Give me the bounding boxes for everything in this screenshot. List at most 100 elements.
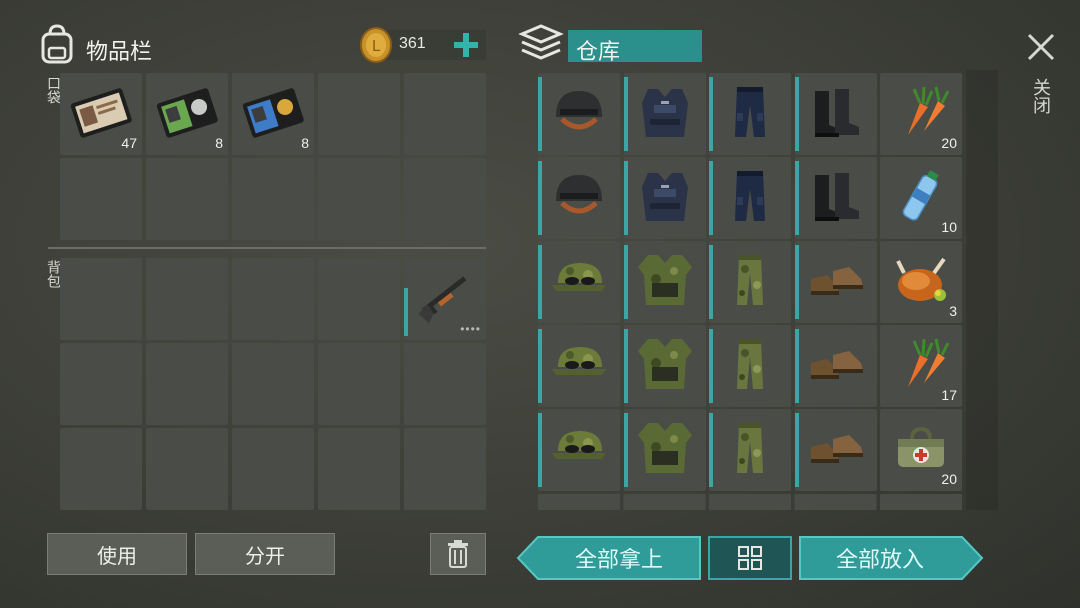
backpack-slot[interactable] [146,258,228,340]
close-icon [1027,33,1055,61]
item-count: 10 [941,219,957,235]
storage-slot[interactable] [709,409,791,491]
storage-slot[interactable] [794,73,877,155]
backpack-slot[interactable] [318,343,400,425]
storage-slot[interactable] [794,409,877,491]
storage-slot[interactable] [794,157,877,239]
backpack-slot[interactable] [232,343,314,425]
backpack-slot[interactable] [404,428,486,510]
item-count: 8 [301,135,309,151]
id-card-blue-icon [242,88,304,138]
storage-slot[interactable] [623,73,706,155]
durability-bar [623,329,628,403]
durability-bar [538,329,542,403]
storage-slot[interactable]: 3 [880,241,962,323]
durability-bar [538,245,542,319]
durability-bar [794,413,799,487]
item-count: 8 [215,135,223,151]
storage-slot[interactable] [538,73,620,155]
backpack-slot[interactable] [60,258,142,340]
water-bottle-icon [902,170,939,221]
close-button[interactable]: 关闭 [1024,30,1058,130]
storage-slot[interactable]: 20 [880,409,962,491]
pocket-slot-8[interactable] [232,158,314,240]
storage-scroll-edge [966,70,998,510]
durability-bar [538,413,542,487]
camo-pants-icon [737,423,763,473]
storage-slot[interactable] [623,241,706,323]
storage-slot[interactable] [623,409,706,491]
storage-slot[interactable] [623,325,706,407]
camo-pants-icon [737,339,763,389]
pocket-slot-7[interactable] [146,158,228,240]
coin-icon: L [357,26,395,64]
take-all-button[interactable]: 全部拿上 [516,535,702,581]
trash-button[interactable] [430,533,486,575]
storage-icon [518,24,564,64]
durability-bar [709,329,713,403]
durability-bar [538,77,542,151]
backpack-slot[interactable] [318,428,400,510]
backpack-label: 背包 [45,260,61,288]
storage-slot[interactable]: 20 [880,73,962,155]
storage-slot[interactable] [538,325,620,407]
pocket-slot-9[interactable] [318,158,400,240]
camo-cap-icon [552,347,606,375]
storage-slot[interactable]: 10 [880,157,962,239]
durability-bar [709,161,713,235]
storage-slot[interactable] [623,157,706,239]
camo-jacket-icon [637,339,692,389]
durability-bar [709,413,713,487]
grid-icon [738,546,762,570]
durability-bar [794,245,799,319]
backpack-slot[interactable] [318,258,400,340]
backpack-slot[interactable] [232,428,314,510]
item-count: 47 [121,135,137,151]
durability-bar [404,288,408,336]
backpack-slot[interactable] [146,428,228,510]
storage-slot[interactable] [794,241,877,323]
storage-slot[interactable] [709,241,791,323]
storage-slot[interactable] [709,73,791,155]
storage-slot[interactable] [538,409,620,491]
camo-jacket-icon [637,255,692,305]
section-divider [48,247,486,249]
pocket-slot-10[interactable] [404,158,486,240]
put-all-button[interactable]: 全部放入 [798,535,984,581]
backpack-slot[interactable] [232,258,314,340]
durability-bar [709,77,713,151]
pocket-slot-4[interactable] [318,73,400,155]
durability-bar [623,245,628,319]
pocket-slot-3[interactable]: 8 [232,73,314,155]
pocket-slot-5[interactable] [404,73,486,155]
police-pants-icon [735,171,765,221]
item-count: 3 [949,303,957,319]
take-all-label: 全部拿上 [574,548,663,573]
shotgun-icon [418,276,467,324]
storage-slot[interactable]: 17 [880,325,962,407]
durability-bar [538,161,542,235]
backpack-slot-shotgun[interactable]: •••• [404,258,486,340]
camo-jacket-icon [637,423,692,473]
backpack-slot[interactable] [60,343,142,425]
boots-icon [814,89,859,137]
backpack-slot[interactable] [146,343,228,425]
backpack-slot[interactable] [404,343,486,425]
backpack-slot[interactable] [60,428,142,510]
sort-grid-button[interactable] [708,536,792,580]
svg-text:L: L [372,37,381,55]
storage-slot[interactable] [538,241,620,323]
storage-slot[interactable] [709,325,791,407]
storage-slot[interactable] [538,157,620,239]
split-button[interactable]: 分开 [195,533,335,575]
storage-slot[interactable] [794,325,877,407]
storage-next-row [538,494,962,510]
use-button[interactable]: 使用 [47,533,187,575]
durability-dots: •••• [460,322,481,336]
pocket-slot-2[interactable]: 8 [146,73,228,155]
add-coins-button[interactable] [452,31,480,59]
pocket-slot-1[interactable]: 47 [60,73,142,155]
durability-bar [709,245,713,319]
pocket-slot-6[interactable] [60,158,142,240]
storage-slot[interactable] [709,157,791,239]
